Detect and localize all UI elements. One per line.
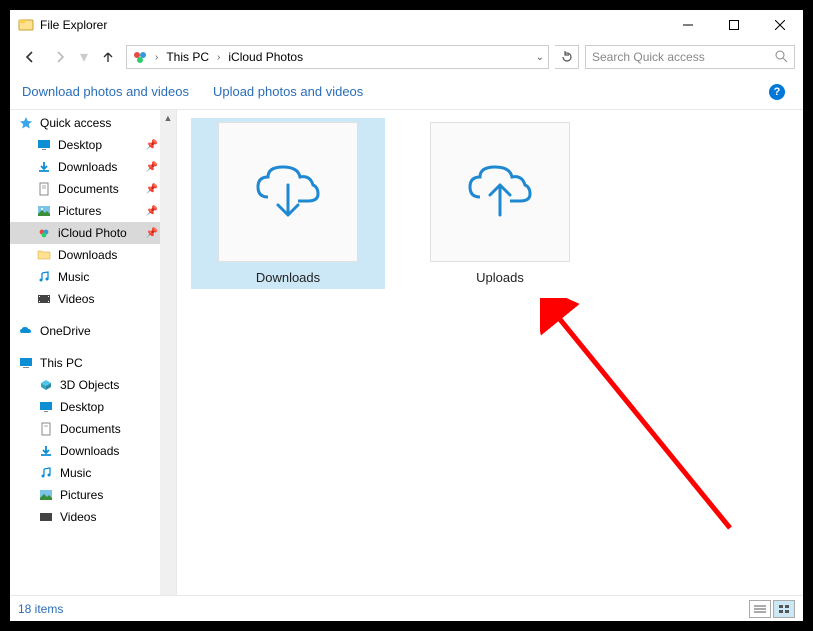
titlebar: File Explorer [10,10,803,40]
desktop-icon [38,399,54,415]
back-button[interactable] [18,45,42,69]
pictures-icon [38,487,54,503]
sidebar-item-music[interactable]: Music [10,266,176,288]
chevron-right-icon[interactable]: › [153,52,160,63]
this-pc-icon [18,355,34,371]
sidebar-item-3d-objects[interactable]: 3D Objects [10,374,176,396]
cloud-download-icon [218,122,358,262]
onedrive-icon [18,323,34,339]
sidebar-scrollbar[interactable]: ▲ [160,110,176,595]
status-item-count: 18 items [18,602,63,616]
navigation-pane: Quick access Desktop📌 Downloads📌 Documen… [10,110,177,595]
videos-icon [36,291,52,307]
help-icon[interactable]: ? [769,84,785,100]
sidebar-item-tp-desktop[interactable]: Desktop [10,396,176,418]
details-view-button[interactable] [749,600,771,618]
desktop-icon [36,137,52,153]
documents-icon [38,421,54,437]
breadcrumb-dropdown[interactable]: ⌄ [536,52,544,63]
sidebar-item-onedrive[interactable]: OneDrive [10,320,176,342]
file-explorer-icon [18,17,34,33]
window-title: File Explorer [40,18,107,32]
recent-dropdown[interactable]: ▾ [78,45,90,69]
breadcrumb-this-pc[interactable]: This PC [164,50,211,64]
sidebar-item-icloud-photo[interactable]: iCloud Photo📌 [10,222,176,244]
videos-icon [38,509,54,525]
sidebar-item-downloads[interactable]: Downloads📌 [10,156,176,178]
search-icon [774,49,788,66]
forward-button[interactable] [48,45,72,69]
address-bar-row: ▾ › This PC › iCloud Photos ⌄ Search Qui… [10,40,803,74]
status-bar: 18 items [10,595,803,621]
up-button[interactable] [96,45,120,69]
close-button[interactable] [757,10,803,40]
location-icon [131,48,149,66]
cloud-upload-icon [430,122,570,262]
3d-objects-icon [38,377,54,393]
icloud-icon [36,225,52,241]
music-icon [36,269,52,285]
folder-tile-uploads[interactable]: Uploads [403,118,597,289]
sidebar-item-pictures[interactable]: Pictures📌 [10,200,176,222]
sidebar-item-tp-documents[interactable]: Documents [10,418,176,440]
pin-icon: 📌 [146,206,158,217]
music-icon [38,465,54,481]
sidebar-item-tp-pictures[interactable]: Pictures [10,484,176,506]
breadcrumb[interactable]: › This PC › iCloud Photos ⌄ [126,45,549,69]
content-area[interactable]: Downloads Uploads [177,110,803,595]
chevron-right-icon[interactable]: › [215,52,222,63]
sidebar-item-downloads-2[interactable]: Downloads [10,244,176,266]
sidebar-item-videos[interactable]: Videos [10,288,176,310]
tile-label: Downloads [256,270,320,285]
folder-icon [36,247,52,263]
search-input[interactable]: Search Quick access [585,45,795,69]
large-icons-view-button[interactable] [773,600,795,618]
downloads-icon [38,443,54,459]
sidebar-item-tp-videos[interactable]: Videos [10,506,176,528]
sidebar-item-quick-access[interactable]: Quick access [10,112,176,134]
folder-tile-downloads[interactable]: Downloads [191,118,385,289]
tile-label: Uploads [476,270,524,285]
pin-icon: 📌 [146,184,158,195]
pin-icon: 📌 [146,228,158,239]
refresh-button[interactable] [555,45,579,69]
sidebar-item-tp-downloads[interactable]: Downloads [10,440,176,462]
download-photos-button[interactable]: Download photos and videos [22,84,189,99]
scroll-up-icon[interactable]: ▲ [160,110,176,126]
upload-photos-button[interactable]: Upload photos and videos [213,84,363,99]
documents-icon [36,181,52,197]
maximize-button[interactable] [711,10,757,40]
pin-icon: 📌 [146,140,158,151]
sidebar-item-desktop[interactable]: Desktop📌 [10,134,176,156]
sidebar-item-this-pc[interactable]: This PC [10,352,176,374]
annotation-arrow [540,298,750,548]
sidebar-item-tp-music[interactable]: Music [10,462,176,484]
breadcrumb-folder[interactable]: iCloud Photos [226,50,305,64]
command-bar: Download photos and videos Upload photos… [10,74,803,110]
pin-icon: 📌 [146,162,158,173]
downloads-icon [36,159,52,175]
pictures-icon [36,203,52,219]
star-icon [18,115,34,131]
search-placeholder: Search Quick access [592,50,774,64]
file-explorer-window: File Explorer ▾ › This PC › iCloud Photo… [10,10,803,621]
sidebar-item-documents[interactable]: Documents📌 [10,178,176,200]
minimize-button[interactable] [665,10,711,40]
